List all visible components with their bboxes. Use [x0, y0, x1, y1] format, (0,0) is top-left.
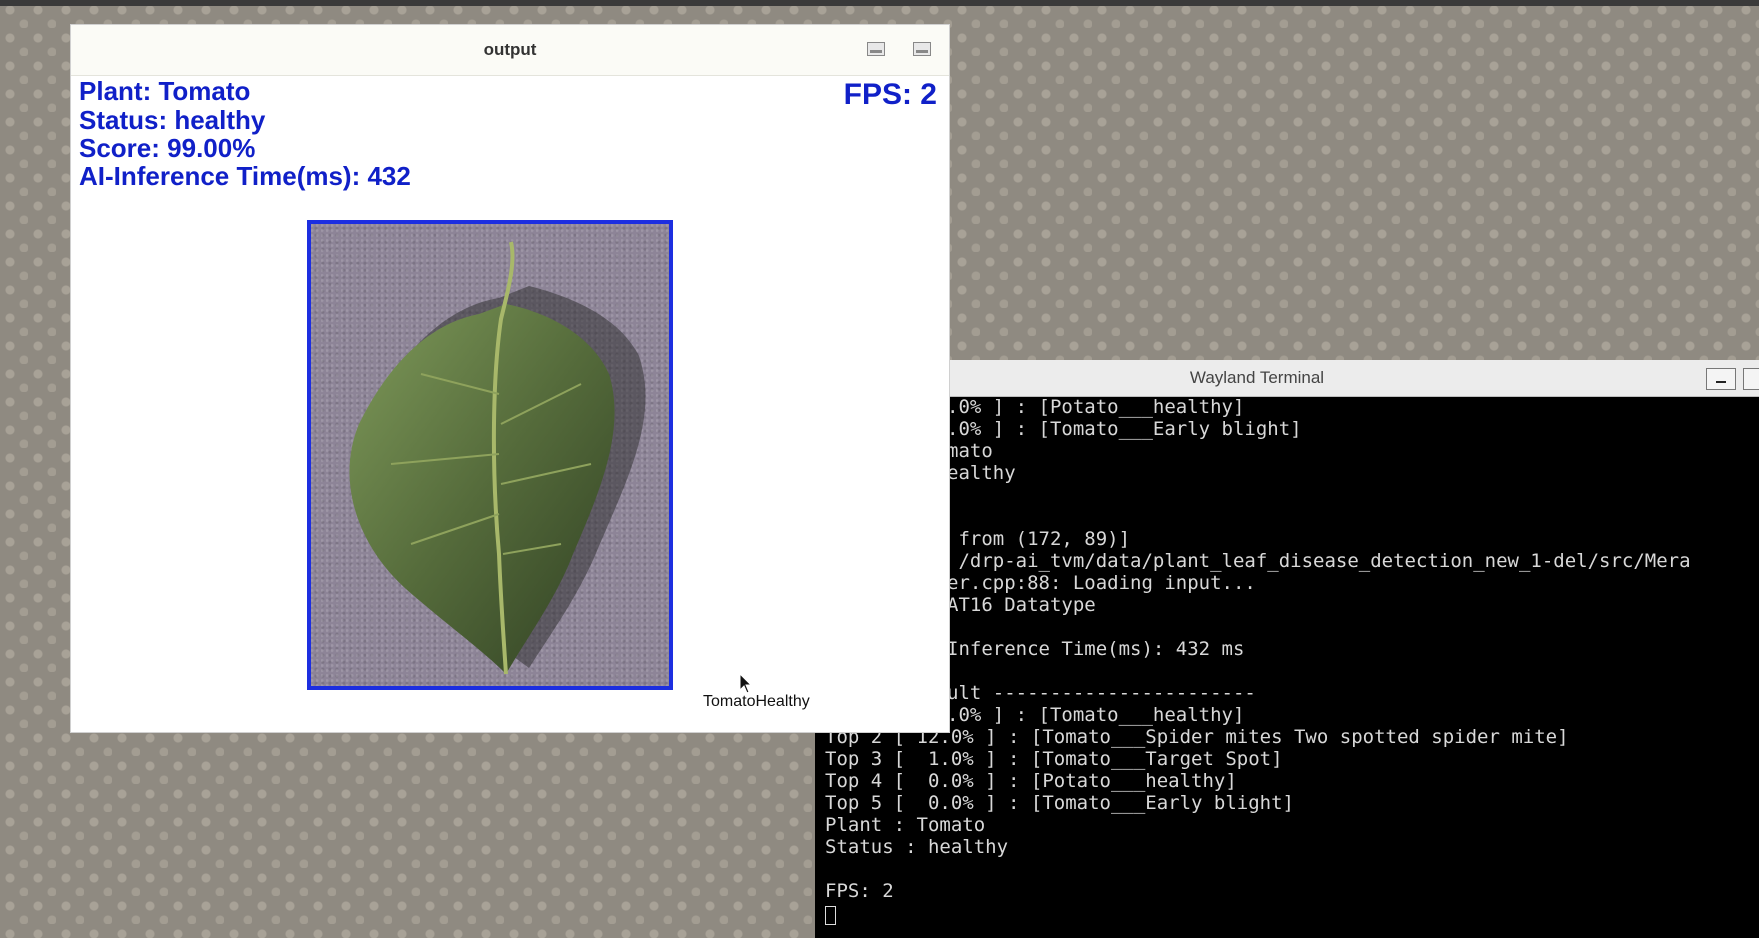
- maximize-button[interactable]: [1743, 368, 1759, 390]
- image-caption: TomatoHealthy: [703, 693, 810, 710]
- terminal-line: Inference Time(ms): 432 ms: [947, 638, 1245, 660]
- terminal-titlebar[interactable]: Wayland Terminal: [815, 360, 1759, 397]
- output-titlebar[interactable]: output: [71, 25, 949, 76]
- terminal-line: Status : healthy: [825, 836, 1009, 858]
- terminal-window[interactable]: Wayland Terminal .0% ] : [Potato___healt…: [815, 360, 1759, 938]
- terminal-line: Plant : Tomato: [825, 814, 986, 836]
- terminal-line: .0% ] : [Tomato___Early blight]: [947, 418, 1302, 440]
- fps-label: FPS: 2: [843, 78, 937, 111]
- terminal-output[interactable]: .0% ] : [Potato___healthy] .0% ] : [Toma…: [815, 396, 1759, 938]
- mouse-cursor-icon: [739, 673, 753, 694]
- terminal-line: er.cpp:88: Loading input...: [947, 572, 1256, 594]
- output-canvas: Plant: Tomato Status: healthy Score: 99.…: [71, 75, 949, 732]
- plant-label: Plant: Tomato: [79, 76, 251, 106]
- minimize-button[interactable]: [867, 42, 885, 56]
- terminal-cursor: [825, 906, 836, 925]
- leaf-image: [307, 220, 673, 690]
- output-title: output: [483, 40, 537, 59]
- top-panel-strip: [0, 0, 1759, 6]
- terminal-line: .0% ] : [Potato___healthy]: [947, 396, 1245, 418]
- maximize-button[interactable]: [913, 42, 931, 56]
- terminal-line: mato: [947, 440, 993, 462]
- terminal-line: ealthy: [947, 462, 1016, 484]
- terminal-line: AT16 Datatype: [947, 594, 1096, 616]
- minimize-button[interactable]: [1706, 368, 1736, 390]
- terminal-line: from (172, 89)]: [947, 528, 1131, 550]
- output-window[interactable]: output Plant: Tomato Status: healthy Sco…: [71, 25, 949, 732]
- status-label: Status: healthy: [79, 105, 266, 135]
- score-label: Score: 99.00%: [79, 133, 256, 163]
- terminal-line: /drp-ai_tvm/data/plant_leaf_disease_dete…: [947, 550, 1691, 572]
- terminal-line: Top 5 [ 0.0% ] : [Tomato___Early blight]: [825, 792, 1294, 814]
- terminal-line: .0% ] : [Tomato___healthy]: [947, 704, 1245, 726]
- inference-time-label: AI-Inference Time(ms): 432: [79, 161, 411, 191]
- terminal-line: Top 3 [ 1.0% ] : [Tomato___Target Spot]: [825, 748, 1283, 770]
- tomato-leaf-icon: [349, 241, 646, 675]
- terminal-line: Top 4 [ 0.0% ] : [Potato___healthy]: [825, 770, 1237, 792]
- terminal-line: ult -----------------------: [947, 682, 1256, 704]
- terminal-line: FPS: 2: [825, 880, 894, 902]
